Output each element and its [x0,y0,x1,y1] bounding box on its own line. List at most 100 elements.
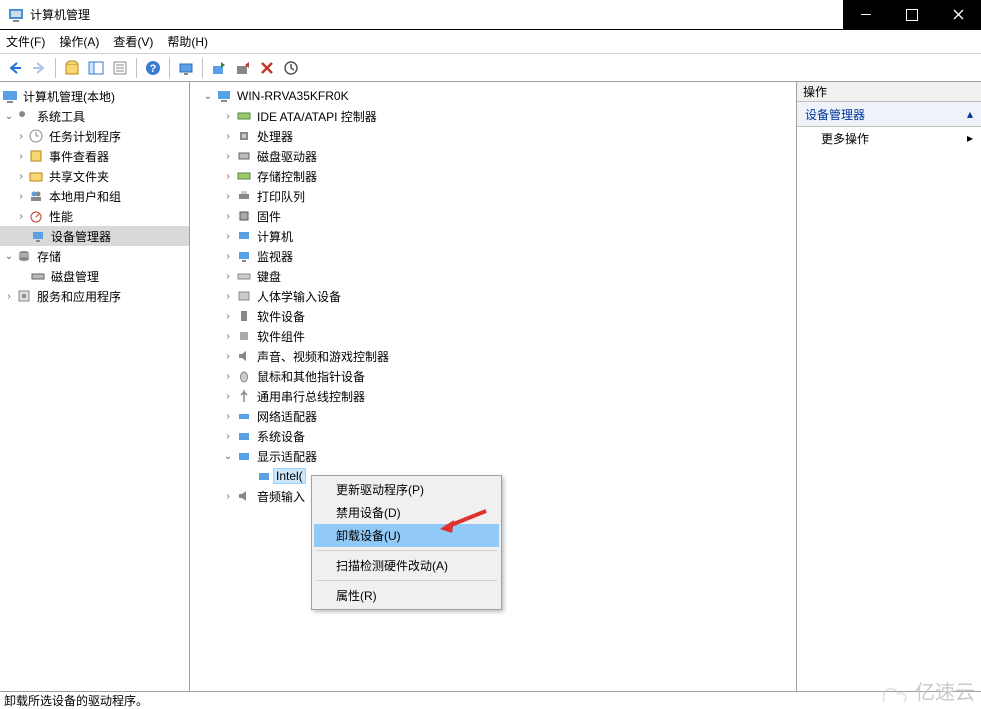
menu-help[interactable]: 帮助(H) [167,33,208,50]
wrench-icon [16,108,32,124]
chevron-down-icon[interactable]: ⌄ [200,91,216,102]
tree-system-tools[interactable]: ⌄ 系统工具 [0,106,189,126]
chevron-right-icon[interactable]: › [14,171,28,182]
chevron-right-icon[interactable]: › [14,191,28,202]
device-category-firmware[interactable]: ›固件 [190,206,796,226]
device-category-computer[interactable]: ›计算机 [190,226,796,246]
device-category-disk-drives[interactable]: ›磁盘驱动器 [190,146,796,166]
tree-task-scheduler[interactable]: › 任务计划程序 [0,126,189,146]
device-category-display-adapters[interactable]: ⌄显示适配器 [190,446,796,466]
tree-root-computer-management[interactable]: 计算机管理(本地) [0,86,189,106]
ctx-scan-hardware[interactable]: 扫描检测硬件改动(A) [314,554,499,577]
chevron-right-icon[interactable]: › [220,131,236,142]
scan-hardware-button[interactable] [175,57,197,79]
device-category-software-devices[interactable]: ›软件设备 [190,306,796,326]
chevron-right-icon[interactable]: › [220,371,236,382]
tree-shared-folders[interactable]: › 共享文件夹 [0,166,189,186]
ctx-properties[interactable]: 属性(R) [314,584,499,607]
actions-header: 操作 [797,82,981,102]
chevron-right-icon[interactable]: › [220,151,236,162]
minimize-button[interactable] [843,0,889,29]
chevron-right-icon[interactable]: › [220,331,236,342]
show-hide-tree-button[interactable] [85,57,107,79]
device-category-storage-controllers[interactable]: ›存储控制器 [190,166,796,186]
chevron-right-icon[interactable]: › [220,411,236,422]
more-actions[interactable]: 更多操作 ▸ [797,127,981,149]
actions-section[interactable]: 设备管理器 ▴ [797,102,981,127]
chevron-right-icon[interactable]: › [220,491,236,502]
tree-device-manager[interactable]: 设备管理器 [0,226,189,246]
chevron-right-icon[interactable]: › [220,111,236,122]
tree-disk-management[interactable]: 磁盘管理 [0,266,189,286]
chevron-right-icon[interactable]: › [220,211,236,222]
keyboard-icon [236,268,252,284]
chevron-right-icon[interactable]: › [2,291,16,302]
device-category-print-queues[interactable]: ›打印队列 [190,186,796,206]
tree-event-viewer[interactable]: › 事件查看器 [0,146,189,166]
disk-icon [30,268,46,284]
statusbar: 卸载所选设备的驱动程序。 [0,691,981,709]
chevron-right-icon[interactable]: › [14,151,28,162]
ctx-uninstall-device[interactable]: 卸载设备(U) [314,524,499,547]
storage-ctrl-icon [236,168,252,184]
properties-button[interactable] [109,57,131,79]
uninstall-device-button[interactable] [256,57,278,79]
chevron-right-icon[interactable]: › [220,251,236,262]
chevron-right-icon[interactable]: › [220,191,236,202]
close-button[interactable] [935,0,981,29]
device-category-mice[interactable]: ›鼠标和其他指针设备 [190,366,796,386]
clock-icon [28,128,44,144]
chevron-right-icon[interactable]: › [220,431,236,442]
chevron-down-icon[interactable]: ⌄ [2,251,16,262]
chevron-right-icon[interactable]: › [14,131,28,142]
collapse-icon[interactable]: ▴ [967,107,973,121]
device-category-monitors[interactable]: ›监视器 [190,246,796,266]
device-category-usb[interactable]: ›通用串行总线控制器 [190,386,796,406]
maximize-button[interactable] [889,0,935,29]
device-category-hid[interactable]: ›人体学输入设备 [190,286,796,306]
tree-local-users[interactable]: › 本地用户和组 [0,186,189,206]
tree-performance[interactable]: › 性能 [0,206,189,226]
device-category-system[interactable]: ›系统设备 [190,426,796,446]
chevron-right-icon[interactable]: › [220,271,236,282]
chevron-right-icon[interactable]: › [14,211,28,222]
enable-device-button[interactable] [208,57,230,79]
help-button[interactable]: ? [142,57,164,79]
back-button[interactable] [4,57,26,79]
console-tree[interactable]: 计算机管理(本地) ⌄ 系统工具 › 任务计划程序 › 事件查看器 › 共享文件… [0,82,190,691]
chevron-down-icon[interactable]: ⌄ [220,451,236,462]
chevron-right-icon[interactable]: › [220,231,236,242]
menu-view[interactable]: 查看(V) [113,33,153,50]
chevron-down-icon[interactable]: ⌄ [2,111,16,122]
tree-services-apps[interactable]: › 服务和应用程序 [0,286,189,306]
system-device-icon [236,428,252,444]
up-button[interactable] [61,57,83,79]
device-category-software-components[interactable]: ›软件组件 [190,326,796,346]
chevron-right-icon[interactable]: › [220,351,236,362]
ctx-disable-device[interactable]: 禁用设备(D) [314,501,499,524]
update-driver-button[interactable] [280,57,302,79]
device-category-processors[interactable]: ›处理器 [190,126,796,146]
chevron-right-icon[interactable]: › [220,171,236,182]
folder-share-icon [28,168,44,184]
chevron-right-icon[interactable]: › [220,391,236,402]
window-title: 计算机管理 [30,6,843,23]
menu-file[interactable]: 文件(F) [6,33,45,50]
ctx-separator [316,580,497,581]
device-category-keyboards[interactable]: ›键盘 [190,266,796,286]
ctx-update-driver[interactable]: 更新驱动程序(P) [314,478,499,501]
audio-icon [236,488,252,504]
device-root[interactable]: ⌄ WIN-RRVA35KFR0K [190,86,796,106]
chevron-right-icon: ▸ [967,131,973,145]
device-category-ide[interactable]: ›IDE ATA/ATAPI 控制器 [190,106,796,126]
services-icon [16,288,32,304]
chevron-right-icon[interactable]: › [220,291,236,302]
disable-device-button[interactable] [232,57,254,79]
device-category-sound[interactable]: ›声音、视频和游戏控制器 [190,346,796,366]
tree-storage[interactable]: ⌄ 存储 [0,246,189,266]
ide-icon [236,108,252,124]
device-category-network[interactable]: ›网络适配器 [190,406,796,426]
menu-action[interactable]: 操作(A) [59,33,99,50]
forward-button[interactable] [28,57,50,79]
chevron-right-icon[interactable]: › [220,311,236,322]
